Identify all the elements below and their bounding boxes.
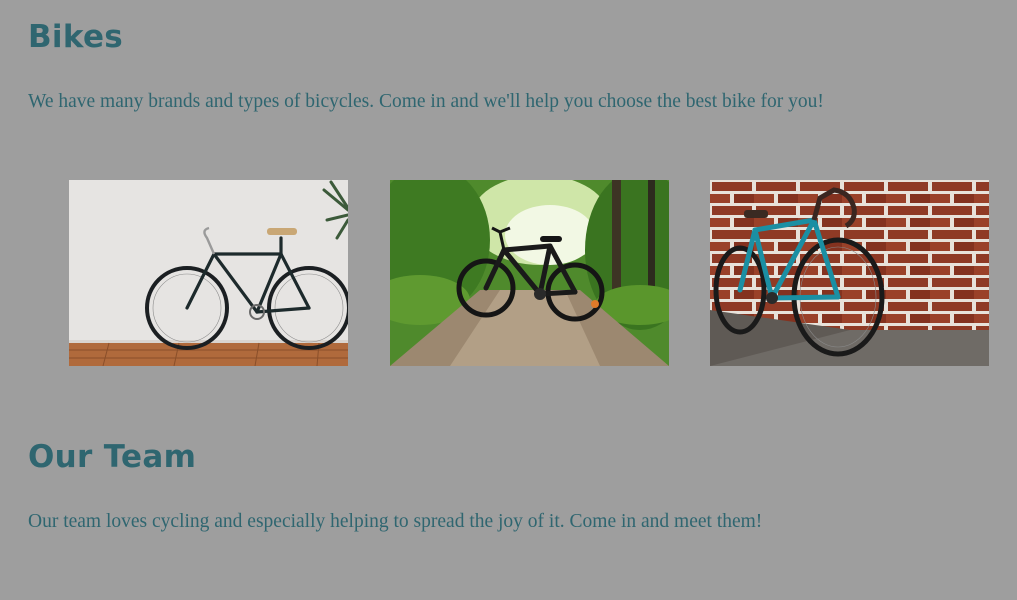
team-heading: Our Team	[28, 439, 197, 475]
bike-photo-white-wall	[69, 180, 348, 366]
bikes-heading: Bikes	[28, 19, 124, 55]
bike-photo-brick-wall	[710, 180, 989, 366]
bikes-description: We have many brands and types of bicycle…	[28, 91, 824, 112]
bike-photo-forest-path	[390, 180, 669, 366]
team-description: Our team loves cycling and especially he…	[28, 511, 763, 532]
